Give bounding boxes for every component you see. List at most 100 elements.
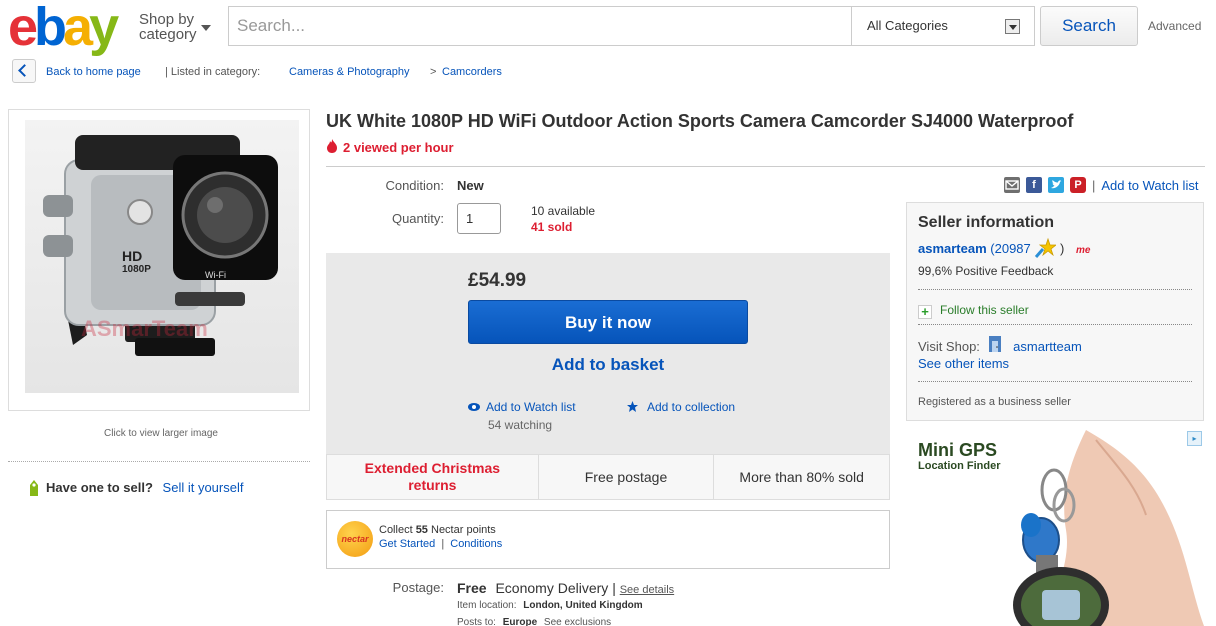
star-icon: [627, 401, 638, 412]
shop-by-category-button[interactable]: Shop by category: [139, 12, 211, 43]
nectar-collect-suffix: Nectar points: [431, 524, 496, 536]
seller-name-row: asmarteam (20987 ) me: [918, 237, 1090, 259]
add-to-watch-list-button[interactable]: Add to Watch list: [468, 398, 576, 416]
back-button[interactable]: [12, 59, 36, 83]
postage-label: Postage:: [392, 580, 444, 595]
condition-value: New: [457, 178, 484, 193]
follow-seller-label: Follow this seller: [940, 303, 1029, 317]
watch-list-label: Add to Watch list: [486, 400, 576, 414]
positive-feedback: 99,6% Positive Feedback: [918, 264, 1054, 278]
nectar-logo: nectar: [337, 521, 373, 557]
header-add-to-watch-link[interactable]: Add to Watch list: [1101, 178, 1198, 193]
shooting-star-icon: [1035, 237, 1058, 258]
see-details-link[interactable]: See details: [620, 584, 674, 596]
condition-label: Condition:: [385, 178, 444, 193]
postage-separator: |: [612, 580, 616, 596]
divider: [326, 166, 1205, 167]
feature-postage: Free postage: [539, 455, 715, 499]
have-one-to-sell: Have one to sell? Sell it yourself: [30, 480, 244, 496]
see-other-items-link[interactable]: See other items: [918, 356, 1009, 371]
category-selected: All Categories: [867, 18, 948, 33]
flame-icon: [327, 139, 337, 153]
advanced-search-link[interactable]: Advanced: [1148, 19, 1201, 33]
facebook-icon[interactable]: f: [1026, 177, 1042, 193]
add-to-basket-button[interactable]: Add to basket: [468, 355, 748, 375]
search-input[interactable]: Search...: [228, 6, 852, 46]
price-tag-icon: [30, 480, 38, 496]
nectar-points: 55: [415, 524, 428, 536]
feedback-score-link[interactable]: (20987: [990, 241, 1030, 256]
divider: [918, 381, 1192, 382]
logo-letter-y: y: [89, 0, 119, 57]
search-button[interactable]: Search: [1040, 6, 1138, 46]
breadcrumb-subcategory-link[interactable]: Camcorders: [442, 66, 502, 78]
twitter-icon[interactable]: [1048, 177, 1064, 193]
email-icon[interactable]: [1004, 177, 1020, 193]
camera-hd-label: HD: [122, 248, 143, 264]
camera-1080p-label: 1080P: [122, 264, 151, 275]
item-location: Item location: London, United Kingdom: [457, 600, 643, 611]
seller-information-panel: Seller information asmarteam (20987 ) me…: [906, 202, 1204, 421]
follow-seller-button[interactable]: + Follow this seller: [918, 303, 1029, 319]
buy-panel: [326, 253, 890, 454]
item-location-label: Item location:: [457, 600, 517, 611]
watermark: ASmarTeam: [81, 316, 208, 341]
camera-wifi-label: Wi-Fi: [205, 270, 226, 280]
quantity-input[interactable]: 1: [457, 203, 501, 234]
divider: [918, 289, 1192, 290]
ad-title: Mini GPS: [918, 440, 998, 460]
nectar-get-started-link[interactable]: Get Started: [379, 538, 435, 550]
ebay-logo[interactable]: ebay: [8, 0, 119, 57]
postage-service: Economy Delivery: [495, 580, 609, 596]
viewed-text: 2 viewed per hour: [343, 140, 454, 155]
breadcrumb-category-link[interactable]: Cameras & Photography: [289, 66, 409, 78]
seller-name-link[interactable]: asmarteam: [918, 241, 987, 256]
nectar-conditions-link[interactable]: Conditions: [450, 538, 502, 550]
sell-it-yourself-link[interactable]: Sell it yourself: [163, 480, 244, 495]
see-exclusions-link[interactable]: See exclusions: [544, 617, 611, 626]
nectar-collect-prefix: Collect: [379, 524, 413, 536]
nectar-box: nectar Collect 55 Nectar points Get Star…: [326, 510, 890, 569]
plus-icon: +: [918, 305, 932, 319]
nectar-links: Get Started | Conditions: [379, 538, 502, 550]
advertisement[interactable]: Mini GPS Location Finder ▸: [906, 430, 1204, 626]
shop-name-link[interactable]: asmartteam: [1013, 339, 1082, 354]
pinterest-icon[interactable]: P: [1070, 177, 1086, 193]
nectar-collect: Collect 55 Nectar points: [379, 524, 496, 536]
visit-shop-label: Visit Shop:: [918, 339, 980, 354]
store-door-icon: [988, 336, 1001, 352]
shop-by-line2: category: [139, 26, 197, 43]
dropdown-arrow-icon: [1005, 19, 1020, 34]
sold-count[interactable]: 41 sold: [531, 220, 572, 234]
logo-letter-e: e: [8, 0, 38, 57]
nectar-separator: |: [441, 538, 445, 550]
camera-illustration: [43, 135, 278, 356]
listed-in-label: | Listed in category:: [165, 66, 261, 78]
logo-letter-b: b: [34, 0, 67, 57]
posts-to-label: Posts to:: [457, 617, 496, 626]
item-location-value: London, United Kingdom: [523, 600, 643, 611]
collection-label: Add to collection: [647, 400, 736, 414]
adchoices-icon[interactable]: ▸: [1187, 431, 1202, 446]
posts-to: Posts to: Europe See exclusions: [457, 617, 611, 626]
me-icon[interactable]: me: [1076, 245, 1090, 256]
quantity-label: Quantity:: [391, 211, 444, 226]
feature-sold: More than 80% sold: [739, 469, 864, 485]
ad-subtitle: Location Finder: [918, 460, 1001, 472]
product-image[interactable]: HD 1080P Wi-Fi ASmarTeam: [8, 109, 310, 411]
logo-letter-a: a: [63, 0, 93, 57]
buy-it-now-button[interactable]: Buy it now: [468, 300, 748, 344]
click-to-view-larger[interactable]: Click to view larger image: [0, 428, 322, 439]
watching-count: 54 watching: [488, 418, 553, 432]
share-separator: |: [1092, 177, 1096, 193]
postage-value: Free Economy Delivery | See details: [457, 580, 674, 596]
divider: [918, 324, 1192, 325]
features-row: Extended Christmas returns Free postage …: [326, 454, 890, 500]
posts-to-value: Europe: [502, 617, 538, 626]
back-to-home-link[interactable]: Back to home page: [46, 66, 141, 78]
visit-shop-row: Visit Shop: asmartteam: [918, 335, 1082, 354]
feedback-score-close: ): [1060, 241, 1065, 256]
eye-icon: [468, 403, 480, 411]
add-to-collection-button[interactable]: Add to collection: [627, 398, 735, 416]
category-select[interactable]: All Categories: [852, 6, 1035, 46]
